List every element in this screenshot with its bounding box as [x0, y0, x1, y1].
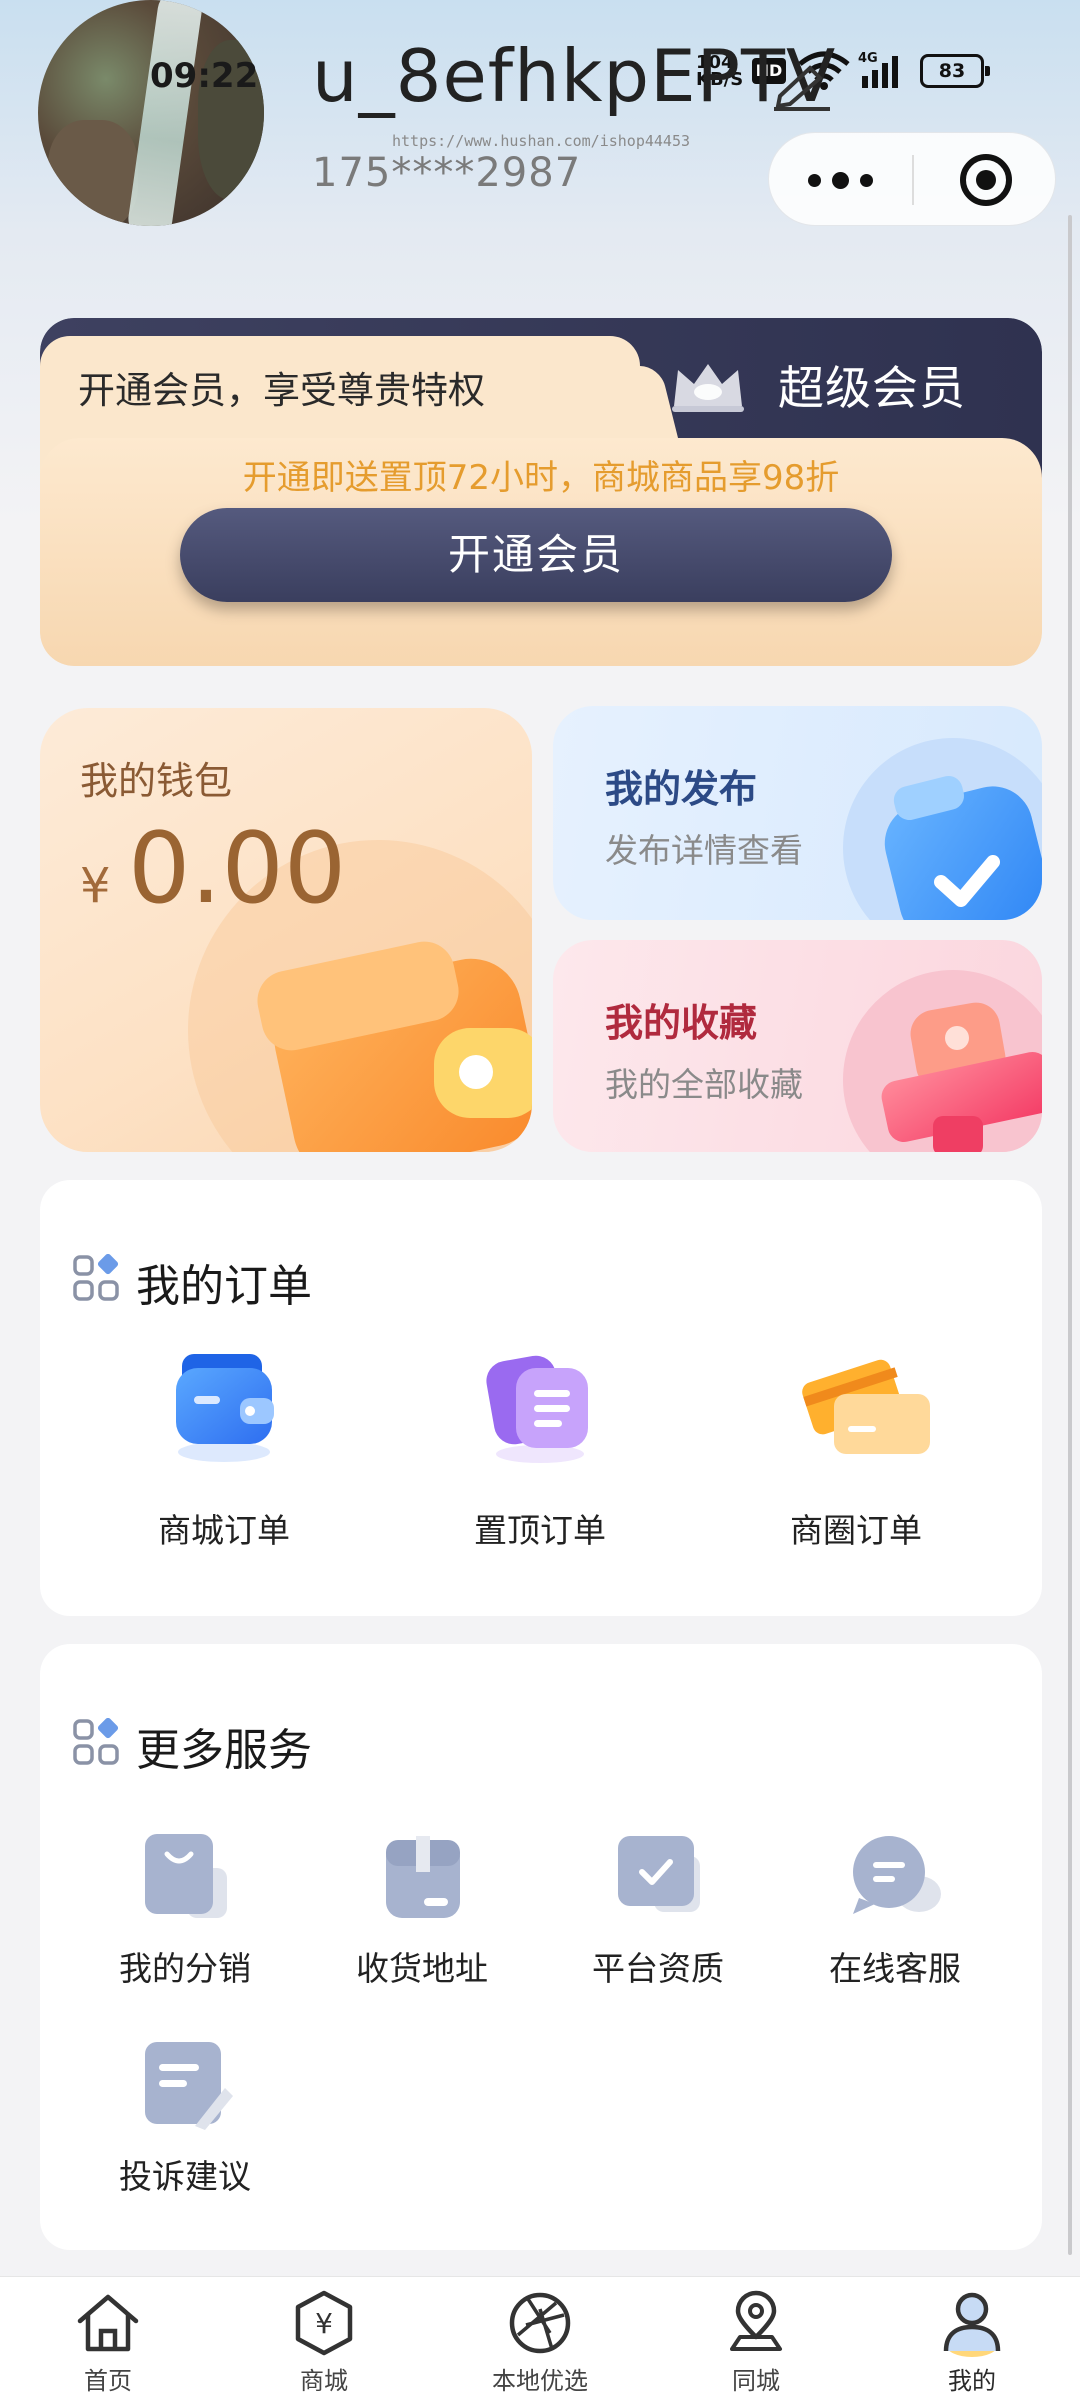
battery-icon: 83: [920, 54, 990, 88]
network-type: 4G: [858, 51, 878, 66]
tab-label: 同城: [732, 2367, 780, 2395]
package-icon: [386, 1836, 460, 1918]
tab-label: 首页: [84, 2367, 132, 2395]
yen-hexagon-icon: ¥: [295, 2290, 353, 2356]
tab-label: 我的: [948, 2367, 996, 2395]
wallet-icon: [257, 941, 532, 1152]
orders-title: 我的订单: [136, 1261, 312, 1312]
phone-number: 175****2987: [312, 150, 582, 196]
vip-benefit-text: 开通会员，享受尊贵特权: [78, 369, 485, 412]
tab-mall[interactable]: ¥ 商城: [216, 2277, 432, 2400]
favorite-box-icon: [881, 1002, 1042, 1152]
tab-home[interactable]: 首页: [0, 2277, 216, 2400]
close-miniprogram-button[interactable]: [914, 133, 1057, 227]
chat-icon: [853, 1836, 941, 1914]
publish-subtitle: 发布详情查看: [605, 831, 803, 870]
district-orders-button[interactable]: 商圈订单: [756, 1348, 956, 1552]
clipboard-check-icon: [884, 776, 1042, 920]
orders-panel: 我的订单 商城订单 置顶订单 商圈订单: [40, 1180, 1042, 1616]
services-title: 更多服务: [136, 1725, 312, 1776]
vip-title: 超级会员: [778, 361, 966, 415]
my-distribution-button[interactable]: 我的分销: [90, 1828, 280, 1990]
miniprogram-capsule: [768, 132, 1056, 226]
my-publish-card[interactable]: 我的发布 发布详情查看: [553, 706, 1042, 920]
tab-label: 本地优选: [492, 2367, 588, 2395]
card-icon: [802, 1359, 930, 1454]
target-icon: [959, 154, 1012, 206]
watermark-text: https://www.hushan.com/ishop44453: [392, 132, 691, 150]
tab-label: 商城: [300, 2367, 348, 2395]
top-orders-button[interactable]: 置顶订单: [440, 1348, 640, 1552]
order-label: 商城订单: [158, 1511, 290, 1550]
scroll-indicator[interactable]: [1068, 215, 1072, 2255]
home-icon: [77, 2294, 139, 2352]
tab-same-city[interactable]: 同城: [648, 2277, 864, 2400]
favorites-subtitle: 我的全部收藏: [605, 1065, 803, 1104]
edit-icon[interactable]: [770, 62, 832, 112]
my-favorites-card[interactable]: 我的收藏 我的全部收藏: [553, 940, 1042, 1152]
tab-local-picks[interactable]: 本地优选: [432, 2277, 648, 2400]
open-vip-button[interactable]: 开通会员: [180, 508, 892, 602]
service-label: 平台资质: [592, 1949, 724, 1988]
shipping-address-button[interactable]: 收货地址: [327, 1828, 517, 1990]
grid-icon: [73, 1254, 119, 1301]
user-icon: [943, 2292, 1001, 2357]
location-pin-icon: [730, 2290, 782, 2351]
wallet-balance: 0.00: [128, 812, 347, 926]
online-service-button[interactable]: 在线客服: [800, 1828, 990, 1990]
vip-promo-text: 开通即送置顶72小时，商城商品享98折: [242, 458, 840, 498]
wallet-card[interactable]: 我的钱包 ¥ 0.00: [40, 708, 532, 1152]
certificate-icon: [618, 1836, 700, 1912]
signal-icon: 4G: [858, 51, 898, 88]
bottom-tab-bar: 首页 ¥ 商城 本地优选 同城 我的: [0, 2276, 1080, 2400]
document-stack-icon: [486, 1355, 588, 1463]
complaint-suggestion-button[interactable]: 投诉建议: [90, 2036, 280, 2198]
aperture-icon: [509, 2292, 571, 2354]
vip-card[interactable]: 开通会员，享受尊贵特权 超级会员 开通即送置顶72小时，商城商品享98折 开通会…: [40, 318, 1042, 666]
service-label: 在线客服: [829, 1949, 961, 1988]
username: u_8efhkpEPTV: [312, 34, 837, 118]
svg-text:¥: ¥: [315, 2307, 333, 2340]
service-label: 收货地址: [356, 1949, 488, 1988]
order-label: 置顶订单: [474, 1511, 606, 1550]
grid-icon: [73, 1718, 119, 1765]
wallet-icon: [176, 1354, 274, 1462]
wallet-title: 我的钱包: [80, 759, 233, 803]
crown-icon: [672, 364, 744, 412]
service-label: 我的分销: [119, 1949, 251, 1988]
services-panel: 更多服务 我的分销 收货地址 平台资质 在线客服 投诉建议: [40, 1644, 1042, 2250]
favorites-title: 我的收藏: [605, 1001, 758, 1045]
shopping-bag-icon: [145, 1834, 227, 1918]
currency-symbol: ¥: [80, 858, 111, 914]
more-menu-button[interactable]: [769, 133, 912, 227]
publish-title: 我的发布: [605, 767, 758, 811]
feedback-icon: [145, 2042, 233, 2130]
order-label: 商圈订单: [790, 1511, 922, 1550]
platform-qualification-button[interactable]: 平台资质: [563, 1828, 753, 1990]
service-label: 投诉建议: [119, 2157, 251, 2196]
status-time: 09:22: [150, 56, 259, 96]
tab-mine[interactable]: 我的: [864, 2277, 1080, 2400]
mall-orders-button[interactable]: 商城订单: [124, 1348, 324, 1552]
